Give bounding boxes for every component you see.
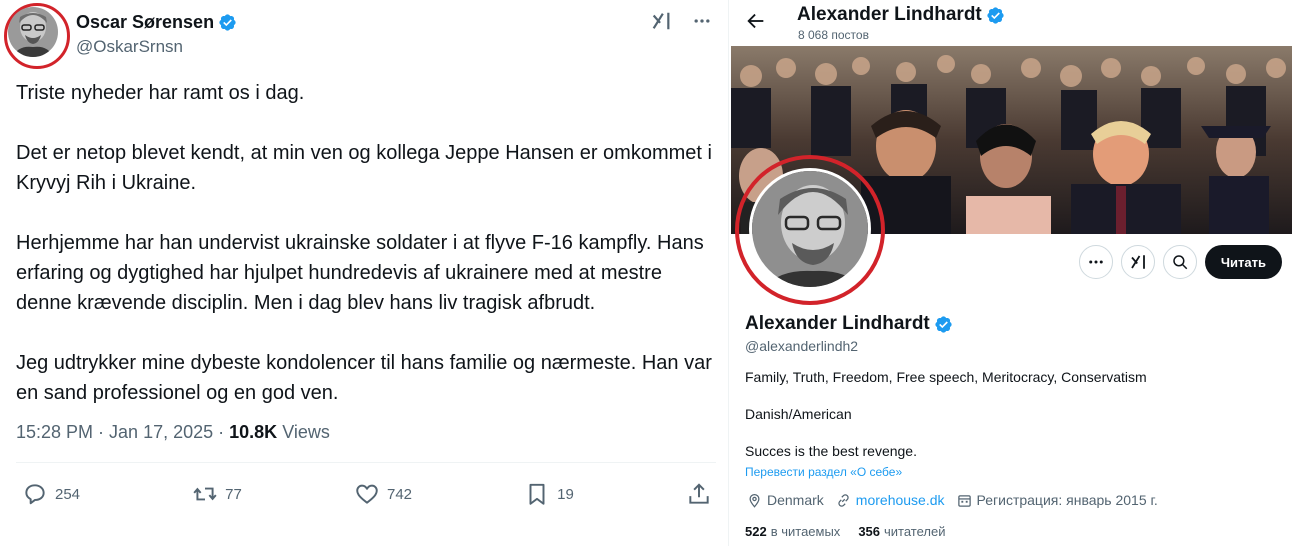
profile-panel: Alexander Lindhardt 8 068 постов Читать … (728, 0, 1298, 546)
profile-follow-stats: 522 в читаемых 356 читателей (745, 524, 946, 539)
bookmark-button[interactable]: 19 (524, 481, 574, 507)
location-text: Denmark (767, 492, 824, 508)
repost-icon (193, 487, 217, 501)
profile-display-name-row: Alexander Lindhardt (745, 313, 953, 335)
tweet-author-avatar[interactable] (8, 7, 58, 57)
verified-badge-icon (987, 6, 1004, 24)
profile-website[interactable]: morehouse.dk (836, 492, 945, 508)
follow-button[interactable]: Читать (1204, 245, 1282, 279)
divider (16, 462, 716, 463)
search-icon (1173, 255, 1188, 270)
link-icon (838, 493, 849, 507)
profile-actions: Читать (1078, 245, 1282, 279)
followers-stat[interactable]: 356 читателей (858, 524, 945, 539)
tweet-timestamp[interactable]: 15:28 PM · Jan 17, 2025 · (16, 422, 224, 442)
repost-count: 77 (225, 485, 242, 503)
bookmark-count: 19 (557, 485, 574, 503)
profile-bio: Family, Truth, Freedom, Free speech, Mer… (745, 368, 1285, 479)
tweet-paragraph: Det er netop blevet kendt, at min ven og… (16, 142, 712, 194)
reply-button[interactable]: 254 (22, 481, 80, 507)
profile-grok-button[interactable] (1120, 245, 1155, 279)
share-button[interactable] (686, 481, 712, 507)
tweet-text: Triste nyheder har ramt os i dag. Det er… (16, 78, 716, 438)
reply-count: 254 (55, 485, 81, 503)
profile-joined: Регистрация: январь 2015 г. (957, 492, 1158, 508)
profile-posts-count: 8 068 постов (798, 28, 869, 42)
profile-display-name: Alexander Lindhardt (745, 313, 930, 334)
grok-icon[interactable] (650, 10, 672, 32)
bio-line: Succes is the best revenge. (745, 443, 917, 459)
like-count: 742 (387, 485, 413, 503)
more-icon (1089, 260, 1103, 264)
tweet-paragraph: Triste nyheder har ramt os i dag. (16, 82, 305, 104)
tweet-author-handle[interactable]: @OskarSrnsn (76, 37, 183, 57)
reply-icon (25, 484, 45, 505)
tweet-meta: 15:28 PM · Jan 17, 2025 · 10.8K Views (16, 422, 330, 443)
profile-header-name: Alexander Lindhardt (797, 4, 982, 25)
translate-bio-link[interactable]: Перевести раздел «О себе» (745, 465, 902, 479)
following-count: 522 (745, 524, 767, 539)
profile-info-row: Denmark morehouse.dk Регистрация: январь… (747, 492, 1158, 508)
verified-badge-icon[interactable] (934, 315, 953, 334)
grok-icon (1131, 255, 1145, 269)
tweet-author-name[interactable]: Oscar Sørensen (76, 12, 214, 33)
tweet-paragraph: Herhjemme har han undervist ukrainske so… (16, 232, 704, 314)
followers-count: 356 (858, 524, 881, 539)
bio-line: Danish/American (745, 406, 852, 422)
tweet-views-count[interactable]: 10.8K (229, 422, 277, 442)
following-label: в читаемых (770, 524, 841, 539)
profile-handle: @alexanderlindh2 (745, 338, 859, 354)
profile-search-button[interactable] (1162, 245, 1197, 279)
tweet-card: Oscar Sørensen @OskarSrnsn Triste nyhede… (0, 0, 728, 546)
share-icon (689, 483, 709, 504)
tweet-views-label: Views (282, 422, 330, 442)
verified-badge-icon (219, 14, 236, 31)
like-button[interactable]: 742 (354, 481, 412, 507)
back-arrow-icon[interactable] (745, 10, 767, 32)
repost-button[interactable]: 77 (192, 481, 242, 507)
profile-more-button[interactable] (1078, 245, 1113, 279)
location-pin-icon (749, 493, 760, 508)
tweet-top-actions (650, 10, 712, 32)
calendar-icon (957, 494, 971, 507)
tweet-action-bar: 254 77 742 19 (22, 481, 712, 507)
website-link[interactable]: morehouse.dk (856, 492, 945, 508)
tweet-author-name-row[interactable]: Oscar Sørensen (76, 12, 237, 33)
profile-location: Denmark (747, 492, 824, 508)
profile-avatar[interactable] (749, 168, 871, 290)
tweet-paragraph: Jeg udtrykker mine dybeste kondolencer t… (16, 352, 712, 404)
like-icon (356, 484, 378, 504)
bio-line: Family, Truth, Freedom, Free speech, Mer… (745, 369, 1147, 385)
bookmark-icon (529, 483, 545, 505)
profile-header-name-row: Alexander Lindhardt (797, 4, 1005, 26)
joined-text: Регистрация: январь 2015 г. (976, 492, 1158, 508)
more-icon[interactable] (692, 11, 712, 31)
following-stat[interactable]: 522 в читаемых (745, 524, 840, 539)
followers-label: читателей (884, 524, 946, 539)
